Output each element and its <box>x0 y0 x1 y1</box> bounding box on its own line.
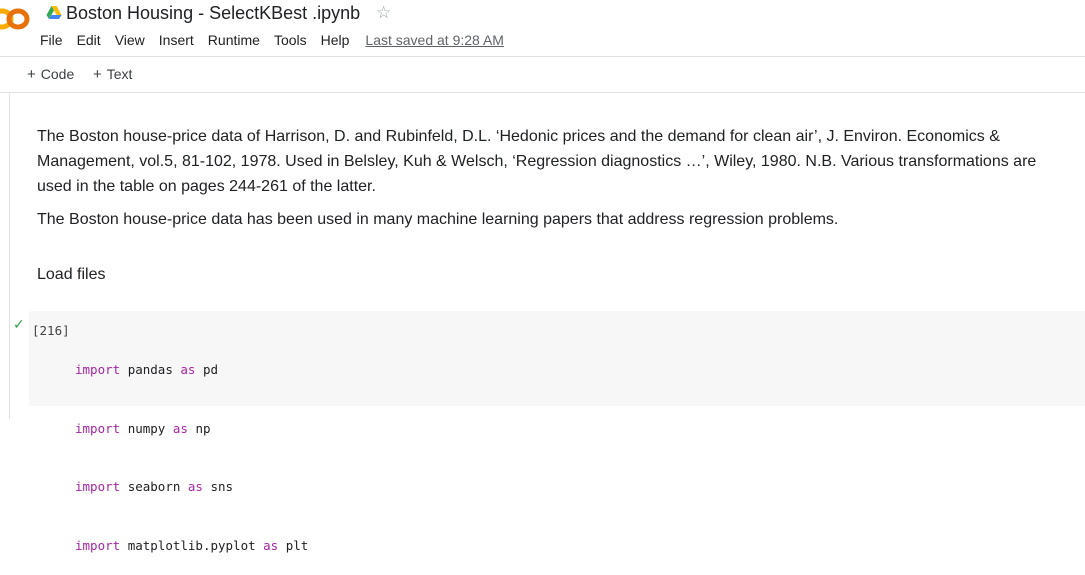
keyword: import <box>75 362 121 377</box>
alias-name: pd <box>202 362 219 377</box>
add-code-button[interactable]: + Code <box>27 66 74 83</box>
checkmark-icon: ✓ <box>13 316 25 332</box>
star-outline-icon[interactable]: ☆ <box>376 3 391 23</box>
keyword: as <box>263 537 279 553</box>
notebook-title[interactable]: Boston Housing - SelectKBest .ipynb <box>66 0 360 26</box>
menu-edit[interactable]: Edit <box>77 31 101 49</box>
plus-icon: + <box>27 66 36 83</box>
alias-name: sns <box>210 479 234 494</box>
section-heading[interactable]: Load files <box>37 264 106 286</box>
markdown-text-cell[interactable]: The Boston house-price data of Harrison,… <box>37 124 1067 232</box>
text-paragraph: The Boston house-price data of Harrison,… <box>37 128 1037 195</box>
module-name: matplotlib.pyplot <box>127 537 256 553</box>
code-line: import numpy as np <box>75 419 308 439</box>
code-line: import pandas as pd <box>75 360 308 380</box>
menu-help[interactable]: Help <box>321 31 350 49</box>
code-line: import seaborn as sns <box>75 477 308 497</box>
module-name: seaborn <box>127 479 181 494</box>
keyword: as <box>187 479 203 494</box>
plus-icon: + <box>93 66 102 83</box>
menu-insert[interactable]: Insert <box>159 31 194 49</box>
alias-name: np <box>195 420 211 436</box>
last-saved-link[interactable]: Last saved at 9:28 AM <box>365 31 504 49</box>
execution-count[interactable]: [216] <box>32 321 70 340</box>
keyword: import <box>75 479 121 494</box>
cell-rail-divider <box>9 94 10 419</box>
menu-view[interactable]: View <box>115 31 145 49</box>
notebook-header: Boston Housing - SelectKBest .ipynb ☆ Fi… <box>0 0 1085 57</box>
colab-logo-icon[interactable] <box>0 5 32 33</box>
keyword: as <box>180 362 196 377</box>
add-text-button[interactable]: + Text <box>93 66 132 83</box>
module-name: pandas <box>127 362 173 377</box>
module-name: numpy <box>127 420 166 436</box>
notebook-toolbar: + Code + Text <box>0 57 1085 93</box>
google-drive-icon[interactable] <box>46 5 62 21</box>
menu-tools[interactable]: Tools <box>274 31 307 49</box>
code-line: import matplotlib.pyplot as plt <box>75 536 308 556</box>
code-editor[interactable]: import pandas as pd import numpy as np i… <box>75 321 308 575</box>
keyword: import <box>75 537 121 553</box>
menu-bar: File Edit View Insert Runtime Tools Help… <box>40 31 504 49</box>
keyword: import <box>75 420 121 436</box>
add-code-label: Code <box>40 66 75 82</box>
text-paragraph: The Boston house-price data has been use… <box>37 211 839 228</box>
keyword: as <box>172 420 188 436</box>
menu-runtime[interactable]: Runtime <box>208 31 260 49</box>
add-text-label: Text <box>106 66 133 82</box>
menu-file[interactable]: File <box>40 31 63 49</box>
alias-name: plt <box>285 537 309 553</box>
